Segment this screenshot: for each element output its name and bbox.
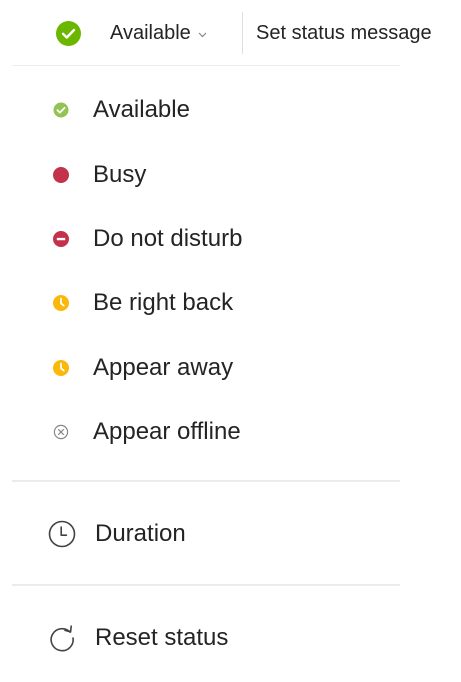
- menu-top-border: [12, 65, 400, 66]
- available-check-icon: [56, 21, 81, 46]
- clock-icon: [48, 520, 76, 548]
- status-dropdown-button[interactable]: Available: [96, 10, 219, 56]
- status-header: Available Set status message: [0, 0, 461, 66]
- do-not-disturb-icon: [53, 230, 69, 247]
- chevron-down-icon: [198, 32, 207, 37]
- clock-away-icon: [53, 295, 69, 312]
- refresh-icon: [50, 625, 74, 652]
- status-option-label: Appear away: [93, 353, 234, 381]
- status-options-list: Available Busy Do not disturb Be right b…: [0, 78, 400, 464]
- status-option-be-right-back[interactable]: Be right back: [0, 271, 400, 335]
- status-option-do-not-disturb[interactable]: Do not disturb: [0, 207, 400, 271]
- status-option-appear-offline[interactable]: Appear offline: [0, 400, 400, 464]
- reset-status-label: Reset status: [95, 624, 229, 651]
- status-option-busy[interactable]: Busy: [0, 142, 400, 206]
- menu-divider: [12, 480, 400, 482]
- clock-away-icon: [53, 359, 69, 376]
- duration-label: Duration: [95, 520, 186, 547]
- reset-status-menu-item[interactable]: Reset status: [0, 610, 400, 666]
- busy-dot-icon: [53, 166, 69, 183]
- set-status-message-button[interactable]: Set status message: [243, 10, 436, 56]
- offline-x-icon: [53, 424, 69, 440]
- menu-divider: [12, 584, 400, 586]
- available-check-icon: [53, 102, 69, 118]
- status-option-label: Do not disturb: [93, 224, 243, 252]
- status-option-label: Busy: [93, 160, 147, 188]
- status-option-available[interactable]: Available: [0, 78, 400, 142]
- status-option-label: Appear offline: [93, 418, 241, 446]
- current-status-label: Available: [110, 21, 191, 44]
- status-option-label: Available: [93, 96, 190, 124]
- duration-menu-item[interactable]: Duration: [0, 506, 400, 562]
- status-option-label: Be right back: [93, 289, 234, 317]
- status-option-appear-away[interactable]: Appear away: [0, 336, 400, 400]
